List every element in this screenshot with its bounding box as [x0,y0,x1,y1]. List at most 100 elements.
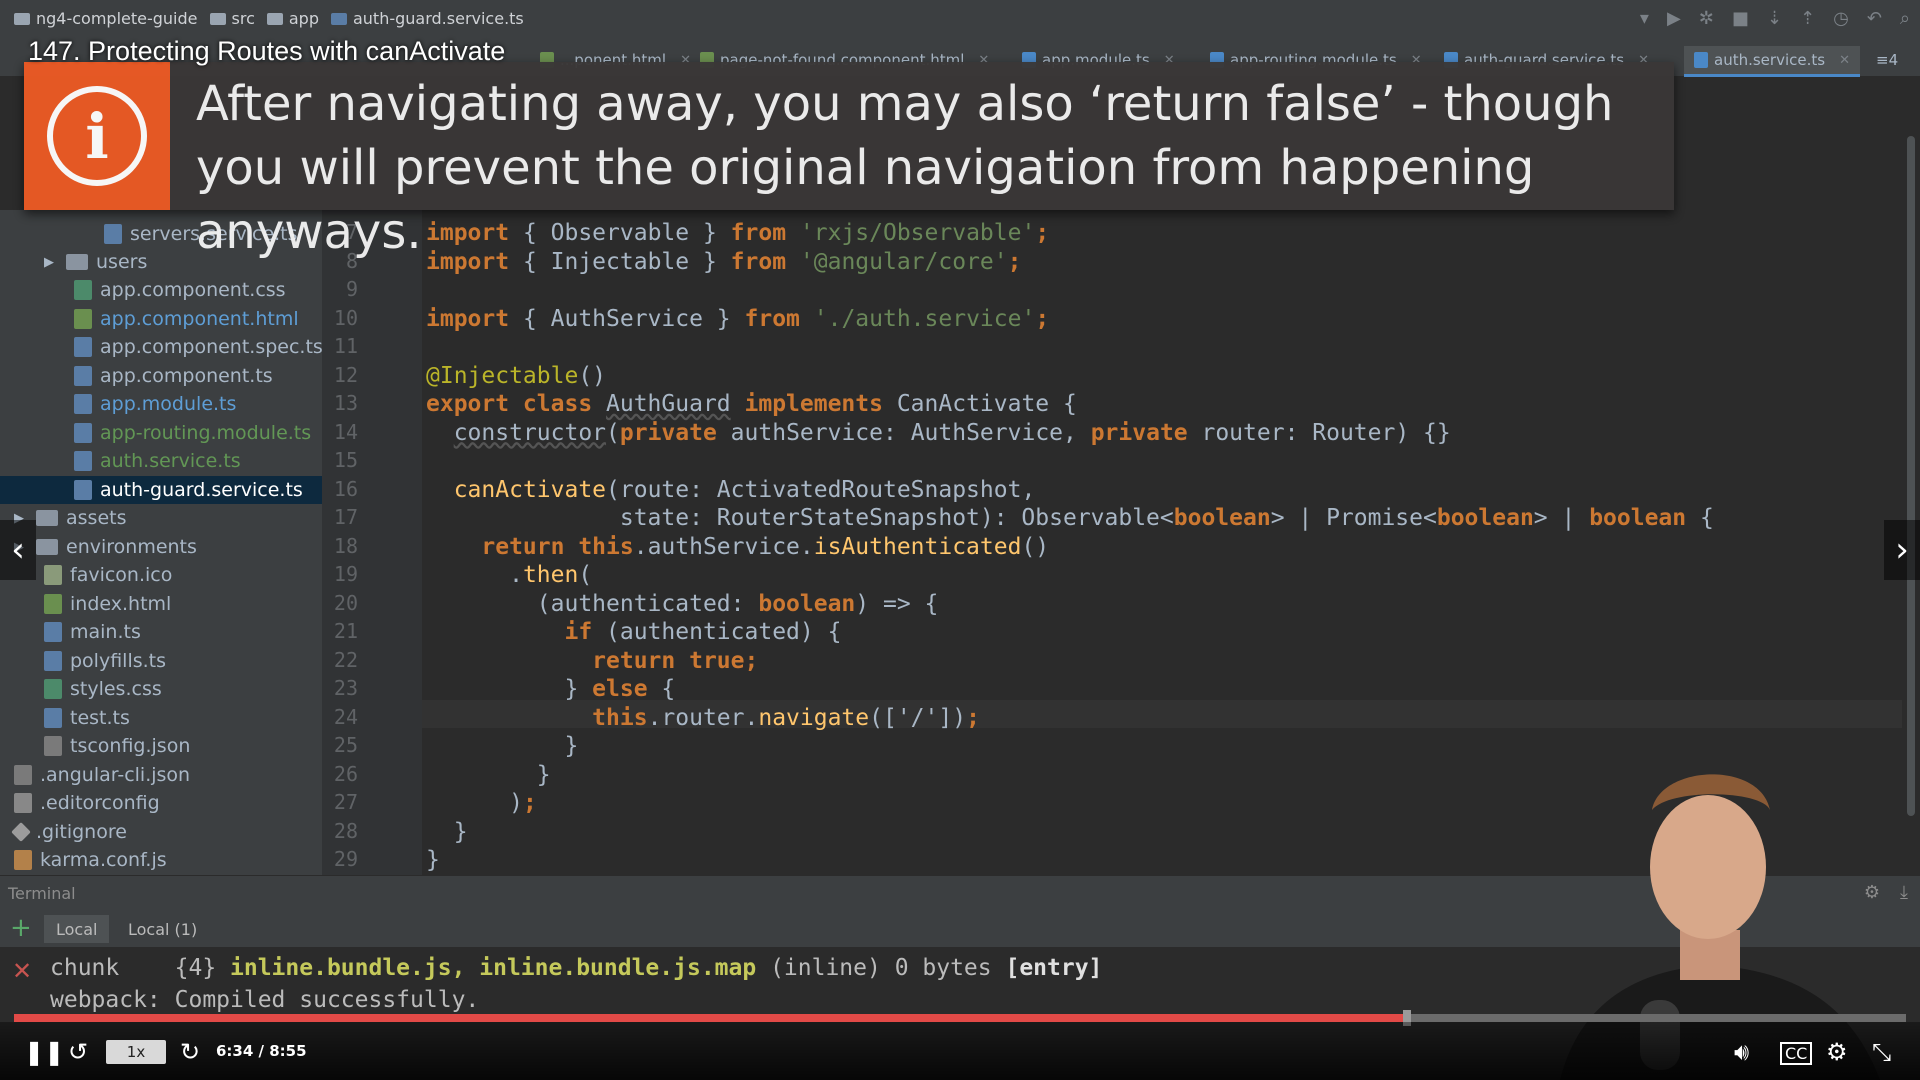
tree-item-label: auth.service.ts [100,450,241,472]
tree-item-main-ts[interactable]: main.ts [44,618,141,646]
ts-file-icon [330,12,347,25]
tree-item-gitignore[interactable]: .gitignore [11,818,127,846]
add-terminal-icon[interactable]: + [10,913,32,943]
tree-item-test-ts[interactable]: test.ts [44,704,130,732]
scrollbar-thumb[interactable] [1907,136,1915,816]
code-line: return this.authService.isAuthenticated(… [426,534,1049,560]
revert-icon[interactable]: ↶ [1867,8,1882,29]
cc-icon[interactable]: CC [1780,1042,1813,1065]
line-number: 15 [333,448,358,472]
code-line: } [426,847,440,873]
debug-icon[interactable]: ✲ [1699,8,1714,29]
code-token: return true [592,647,745,674]
code-token: ; [966,704,980,731]
tree-item-styles-css[interactable]: styles.css [44,675,162,703]
pause-icon[interactable]: ❚❚ [24,1038,64,1066]
tree-item-editorconfig[interactable]: .editorconfig [14,789,160,817]
tree-folder-users[interactable]: ▶ users [44,248,147,276]
tab-auth-service[interactable]: auth.service.ts ✕ [1684,46,1860,77]
line-number: 16 [333,476,358,501]
line-number: 22 [333,647,358,672]
breadcrumb-item[interactable]: auth-guard.service.ts [330,9,524,28]
tree-item-tsconfig[interactable]: tsconfig.json [44,732,190,760]
close-icon[interactable]: ✕ [1839,53,1850,68]
tree-item-app-component-html[interactable]: app.component.html [74,305,299,333]
terminal-text: inline.bundle.js, inline.bundle.js.map [230,955,757,981]
run-icon[interactable]: ▶ [1667,8,1681,29]
tree-folder-environments[interactable]: ▶environments [14,533,197,561]
line-number: 20 [333,590,358,615]
rewind-icon[interactable]: ↺ [68,1038,88,1066]
code-token: () [1021,533,1050,560]
tree-item-favicon[interactable]: favicon.ico [44,561,172,589]
tree-item-app-component-spec[interactable]: app.component.spec.ts [74,333,323,361]
tree-item-karma-conf[interactable]: karma.conf.js [14,846,167,874]
line-number: 12 [333,362,358,387]
tree-item-app-module[interactable]: app.module.ts [74,390,236,418]
terminal-tab-local[interactable]: Local [44,915,110,943]
code-token: ( [606,419,620,446]
tree-item-label: app.module.ts [100,393,237,415]
html-file-icon [74,309,92,329]
tab-overflow-button[interactable]: ≡4 [1876,46,1898,74]
volume-icon[interactable]: 🔊︎ [1734,1038,1749,1066]
line-number: 27 [333,790,358,814]
video-progress-bar[interactable] [14,1010,1906,1026]
folder-icon [36,510,58,526]
ts-file-icon [104,224,122,244]
previous-lecture-button[interactable]: ‹ [0,520,36,580]
code-line: constructor(private authService: AuthSer… [426,420,1451,446]
tree-item-index-html[interactable]: index.html [44,590,171,618]
breadcrumb-item[interactable]: src [209,9,255,28]
ts-file-icon [1694,52,1708,68]
code-token: ) [426,790,523,816]
close-terminal-icon[interactable]: ✕ [12,957,32,985]
json-file-icon [14,765,32,785]
line-number: 14 [333,419,358,444]
vcs-update-icon[interactable]: ⇣ [1767,8,1782,29]
breadcrumb-item[interactable]: app [266,9,319,28]
line-number: 17 [333,505,358,529]
forward-icon[interactable]: ↻ [180,1038,200,1066]
ts-file-icon [74,451,92,471]
tree-item-angular-cli[interactable]: .angular-cli.json [14,761,190,789]
tree-item-auth-service[interactable]: auth.service.ts [74,447,241,475]
history-icon[interactable]: ◷ [1833,8,1849,29]
breadcrumb-item[interactable]: ng4-complete-guide [14,9,198,28]
code-token: @Injectable [426,362,579,389]
run-config-dropdown-icon[interactable]: ▾ [1640,8,1649,29]
terminal-tab-local-1[interactable]: Local (1) [116,915,209,943]
code-line: } [426,762,551,788]
tree-item-label: app.component.spec.ts [100,336,323,358]
settings-icon[interactable]: ⚙ [1826,1038,1848,1066]
next-lecture-button[interactable]: › [1884,520,1920,580]
stop-icon[interactable]: ■ [1732,8,1749,29]
html-file-icon [44,594,62,614]
code-line: } [426,733,578,759]
code-token: (authenticated) { [592,619,842,645]
tree-item-app-component-css[interactable]: app.component.css [74,276,286,304]
fullscreen-exit-icon[interactable]: ⤡ [1872,1038,1891,1066]
line-number: 26 [333,761,358,786]
vcs-commit-icon[interactable]: ⇡ [1800,8,1815,29]
folder-icon [36,539,58,555]
tree-item-app-component-ts[interactable]: app.component.ts [74,362,273,390]
line-number: 18 [333,533,358,558]
editor-scrollbar[interactable] [1902,76,1920,875]
playback-time: 6:34 / 8:55 [216,1042,307,1060]
tab-overflow-label: ≡4 [1876,51,1899,69]
code-token: from [744,305,800,332]
search-icon[interactable]: ⌕ [1900,8,1910,29]
tree-item-auth-guard-service[interactable]: auth-guard.service.ts [74,476,303,504]
css-file-icon [74,280,92,300]
tree-item-polyfills[interactable]: polyfills.ts [44,647,166,675]
tree-item-app-routing-module[interactable]: app-routing.module.ts [74,419,311,447]
folder-icon [66,254,88,270]
line-number: 29 [333,847,358,871]
breadcrumb-label: auth-guard.service.ts [352,9,524,28]
playback-speed-button[interactable]: 1x [106,1040,166,1064]
expand-arrow-icon[interactable]: ▶ [44,255,58,270]
code-token: boolean [758,590,856,617]
json-file-icon [44,736,62,756]
